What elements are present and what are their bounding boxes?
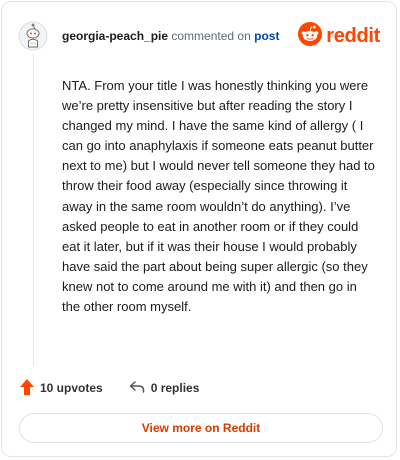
reddit-logo-icon <box>298 21 323 51</box>
snoo-avatar-icon[interactable] <box>18 21 48 51</box>
view-more-button[interactable]: View more on Reddit <box>19 413 383 443</box>
reddit-brand[interactable]: reddit <box>298 21 380 51</box>
upvote-count: 10 upvotes <box>40 381 103 395</box>
comment-card: georgia-peach_pie commented on post redd… <box>1 1 397 457</box>
reply-icon <box>129 380 151 397</box>
post-link[interactable]: post <box>254 29 279 43</box>
reddit-wordmark: reddit <box>326 24 380 47</box>
thread-line <box>33 54 34 366</box>
comment-body: NTA. From your title I was honestly thin… <box>62 78 375 315</box>
username-link[interactable]: georgia-peach_pie <box>62 29 168 43</box>
upvote-button[interactable]: 10 upvotes <box>20 378 103 398</box>
reply-button[interactable]: 0 replies <box>129 380 200 397</box>
comment-actions: 10 upvotes 0 replies <box>20 378 199 398</box>
comment-byline: georgia-peach_pie commented on post <box>62 29 279 43</box>
upvote-arrow-icon <box>20 378 40 398</box>
reply-count: 0 replies <box>150 381 200 395</box>
action-text: commented on <box>171 29 251 43</box>
comment-header: georgia-peach_pie commented on post redd… <box>18 18 380 54</box>
